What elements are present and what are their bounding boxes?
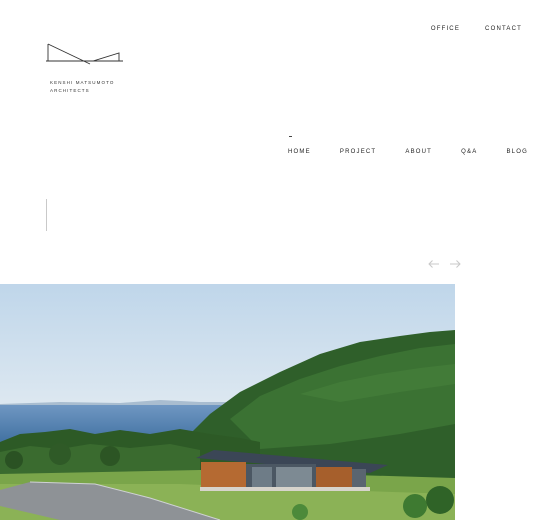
brand-name: KENSHI MATSUMOTO ARCHITECTS (50, 79, 114, 95)
house-on-hillside-photo (0, 284, 455, 520)
arrow-left-icon[interactable] (428, 259, 440, 269)
decorative-divider (46, 199, 47, 231)
office-link[interactable]: OFFICE (431, 26, 460, 32)
brand-line-1: KENSHI MATSUMOTO (50, 80, 115, 85)
arrow-right-icon[interactable] (449, 259, 461, 269)
slider-controls (428, 259, 461, 269)
site-logo[interactable] (46, 42, 126, 68)
nav-item-home[interactable]: HOME (288, 149, 311, 155)
nav-item-about[interactable]: ABOUT (405, 149, 432, 155)
hero-image (0, 284, 455, 520)
architect-roofline-logo-icon (46, 43, 123, 65)
main-nav: HOME PROJECT ABOUT Q&A BLOG (288, 149, 528, 155)
brand-line-2: ARCHITECTS (50, 88, 90, 93)
nav-item-blog[interactable]: BLOG (506, 149, 527, 155)
nav-item-project[interactable]: PROJECT (340, 149, 376, 155)
contact-link[interactable]: CONTACT (485, 26, 522, 32)
active-nav-marker (289, 136, 292, 137)
top-nav: OFFICE CONTACT (431, 26, 522, 32)
nav-item-qa[interactable]: Q&A (461, 149, 477, 155)
